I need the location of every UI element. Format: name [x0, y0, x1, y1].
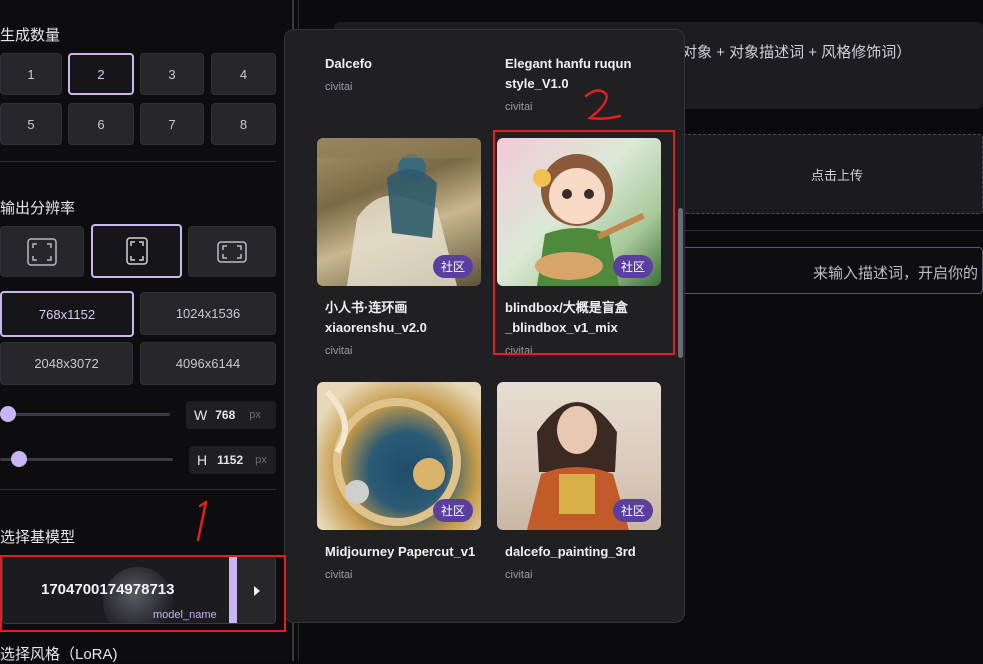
count-option-4[interactable]: 4: [211, 53, 276, 95]
aspect-landscape-icon: [217, 240, 247, 263]
count-option-6[interactable]: 6: [68, 103, 134, 145]
aspect-portrait-button[interactable]: [91, 224, 182, 278]
count-title: 生成数量: [0, 27, 61, 44]
community-badge: 社区: [432, 499, 473, 522]
count-option-3[interactable]: 3: [140, 53, 204, 95]
annotation-mark-1: [196, 500, 208, 542]
lora-card-thumbnail[interactable]: 社区: [497, 382, 661, 530]
count-option-2[interactable]: 2: [68, 53, 134, 95]
width-slider[interactable]: [0, 413, 170, 416]
lora-name[interactable]: Dalcefo: [325, 54, 475, 74]
count-option-8[interactable]: 8: [211, 103, 276, 145]
lora-source: civitai: [325, 81, 353, 93]
resolution-768x1152[interactable]: 768x1152: [0, 291, 134, 337]
popup-scrollbar[interactable]: [678, 208, 683, 358]
highlight-box: [493, 130, 675, 355]
lora-source: civitai: [505, 101, 533, 113]
height-field[interactable]: H 1152 px: [189, 446, 276, 474]
height-label: H: [197, 452, 208, 468]
aspect-landscape-button[interactable]: [188, 226, 276, 277]
count-option-7[interactable]: 7: [140, 103, 204, 145]
aspect-square-button[interactable]: [0, 226, 84, 277]
width-unit: px: [249, 409, 261, 421]
resolution-1024x1536[interactable]: 1024x1536: [140, 292, 276, 335]
divider: [0, 161, 276, 162]
resolution-4096x6144[interactable]: 4096x6144: [140, 342, 276, 385]
count-option-5[interactable]: 5: [0, 103, 62, 145]
resolution-2048x3072[interactable]: 2048x3072: [0, 342, 133, 385]
community-badge: 社区: [432, 255, 473, 278]
lora-name[interactable]: Midjourney Papercut_v1: [325, 542, 495, 562]
base-model-title: 选择基模型: [0, 529, 76, 546]
lora-source: civitai: [505, 569, 533, 581]
community-badge: 社区: [612, 499, 653, 522]
resolution-title: 输出分辨率: [0, 200, 76, 217]
width-field[interactable]: W 768 px: [186, 401, 276, 429]
height-slider-knob[interactable]: [11, 451, 27, 467]
width-label: W: [194, 407, 208, 423]
count-option-1[interactable]: 1: [0, 53, 62, 95]
lora-source: civitai: [325, 345, 353, 357]
prompt-hint: 对象 + 对象描述词 + 风格修饰词）: [682, 44, 912, 61]
width-value: 768: [215, 408, 236, 422]
lora-name[interactable]: dalcefo_painting_3rd: [505, 542, 675, 562]
highlight-box: [0, 555, 286, 632]
lora-name[interactable]: 小人书·连环画 xiaorenshu_v2.0: [325, 298, 485, 338]
height-value: 1152: [217, 453, 244, 467]
upload-label: 点击上传: [811, 168, 864, 183]
aspect-square-icon: [27, 237, 57, 266]
divider: [0, 489, 276, 490]
width-slider-knob[interactable]: [0, 406, 16, 422]
lora-source: civitai: [325, 569, 353, 581]
lora-card-thumbnail[interactable]: 社区: [317, 138, 481, 286]
description-hint: 来输入描述词，开启你的: [813, 265, 979, 282]
annotation-mark-2: [584, 89, 622, 120]
lora-card-thumbnail[interactable]: 社区: [317, 382, 481, 530]
aspect-portrait-icon: [125, 237, 148, 265]
height-unit: px: [255, 454, 267, 466]
